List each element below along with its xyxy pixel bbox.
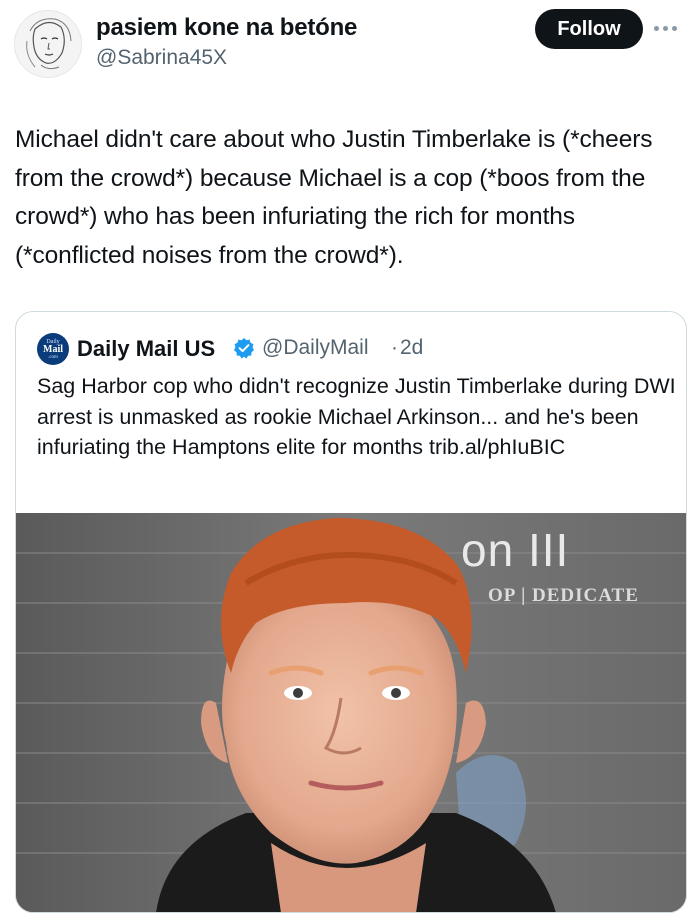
separator-dot: ·	[391, 336, 398, 359]
quoted-handle[interactable]: @DailyMail	[262, 336, 369, 360]
backdrop-text-secondary: OP | DEDICATE	[488, 585, 639, 606]
post-text: Michael didn't care about who Justin Tim…	[15, 126, 653, 269]
logo-line-com: .com	[48, 354, 58, 360]
daily-mail-logo[interactable]: Daily Mail .com	[37, 333, 69, 365]
quoted-post-photo[interactable]: on III OP | DEDICATE	[16, 513, 686, 912]
verified-badge-icon	[234, 338, 254, 359]
quoted-display-name[interactable]: Daily Mail US	[77, 336, 215, 362]
backdrop-text-primary: on III	[461, 524, 570, 576]
avatar[interactable]	[14, 10, 82, 78]
author-handle[interactable]: @Sabrina45X	[96, 46, 227, 70]
avatar-sketch-image	[15, 11, 81, 77]
logo-line-mail: Mail	[43, 343, 63, 355]
quoted-post-text: Sag Harbor cop who didn't recognize Just…	[37, 374, 676, 459]
quoted-post-card[interactable]: Daily Mail .com Daily Mail US @DailyMail…	[15, 311, 687, 913]
quoted-timestamp[interactable]: 2d	[400, 336, 423, 360]
more-dot	[672, 25, 677, 31]
more-dot	[663, 25, 668, 31]
more-horizontal-icon[interactable]	[654, 22, 684, 34]
follow-button[interactable]: Follow	[535, 9, 643, 49]
author-display-name[interactable]: pasiem kone na betóne	[96, 14, 357, 42]
more-dot	[654, 25, 659, 31]
photo-illustration	[16, 513, 686, 912]
